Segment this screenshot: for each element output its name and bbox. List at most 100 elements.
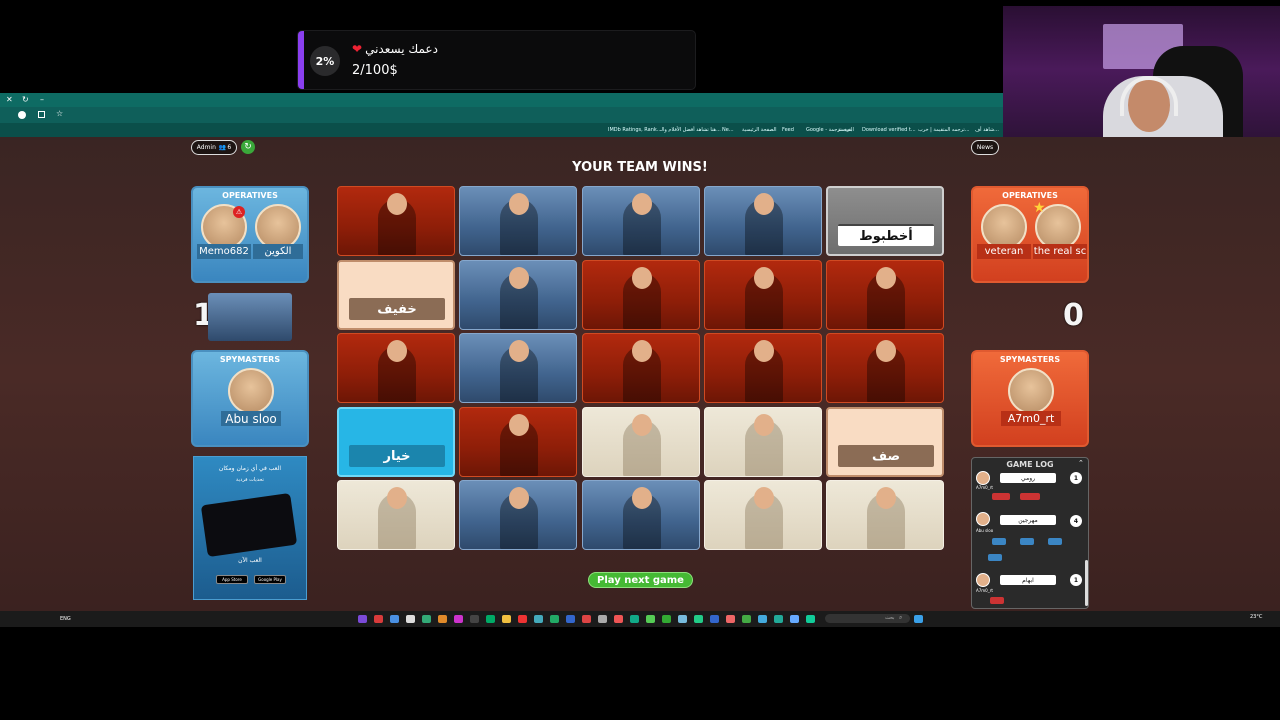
news-label: News: [976, 144, 994, 151]
log-clue-number: 1: [1070, 574, 1082, 586]
taskbar-app-icon[interactable]: [678, 615, 687, 623]
card-blue-word[interactable]: خيار: [337, 407, 455, 477]
language-indicator[interactable]: ENG: [60, 616, 71, 622]
weather-indicator[interactable]: 23°C: [1250, 614, 1262, 620]
card-blue[interactable]: [459, 186, 577, 256]
card-red[interactable]: [582, 333, 700, 403]
google-play-badge[interactable]: Google Play: [254, 575, 286, 584]
card-red[interactable]: [337, 186, 455, 256]
player-name: الكوين: [253, 244, 303, 259]
card-red[interactable]: [337, 333, 455, 403]
card-bystander[interactable]: [826, 480, 944, 550]
bookmark-item[interactable]: Feed: [782, 127, 794, 133]
card-blue[interactable]: [582, 480, 700, 550]
avatar: [976, 512, 990, 526]
card-blue[interactable]: [704, 186, 822, 256]
taskbar-app-icon[interactable]: [454, 615, 463, 623]
card-neutral-word[interactable]: صف: [826, 407, 944, 477]
taskbar-app-icon[interactable]: [502, 615, 511, 623]
card-red[interactable]: [826, 260, 944, 330]
card-blue[interactable]: [459, 333, 577, 403]
card-red[interactable]: [704, 260, 822, 330]
card-blue[interactable]: [459, 260, 577, 330]
card-word: أخطبوط: [838, 224, 934, 246]
agent-figure: [500, 340, 538, 402]
advertisement[interactable]: العب في أي زمان ومكان تحديات فردية العب …: [193, 456, 307, 600]
search-label: بحث: [885, 615, 895, 621]
bookmark-item[interactable]: هنا تشاهد أفضل الأفلام والـ...: [660, 127, 721, 133]
card-bystander[interactable]: [704, 407, 822, 477]
taskbar-app-icon[interactable]: [646, 615, 655, 623]
blue-operatives-label: OPERATIVES: [222, 191, 278, 200]
game-log-scrollbar[interactable]: [1085, 560, 1088, 606]
card-red[interactable]: [826, 333, 944, 403]
taskbar-app-icon[interactable]: [518, 615, 527, 623]
bookmark-item[interactable]: ترجمه المتقيمة | خرب...: [918, 127, 970, 133]
taskbar-app-icon[interactable]: [374, 615, 383, 623]
bookmark-item[interactable]: Ne...: [722, 127, 734, 133]
star-icon[interactable]: ☆: [56, 109, 63, 118]
star-icon: ★: [1033, 200, 1046, 216]
admin-button[interactable]: Admin 👥 6: [191, 140, 237, 155]
bookmark-item[interactable]: Download verified t...: [862, 127, 916, 133]
taskbar-search[interactable]: بحث ⌕: [825, 614, 910, 623]
minimize-icon[interactable]: –: [40, 95, 44, 104]
agent-figure: [745, 340, 783, 402]
taskbar-app-icon[interactable]: [758, 615, 767, 623]
news-button[interactable]: News: [971, 140, 999, 155]
taskbar-app-icon[interactable]: [630, 615, 639, 623]
app-store-badge[interactable]: App Store: [216, 575, 248, 584]
taskbar-app-icon[interactable]: [470, 615, 479, 623]
admin-label: Admin: [196, 144, 216, 151]
donation-goal-overlay: 2% ❤ دعمك يسعدني 2/100$: [297, 30, 696, 90]
card-red[interactable]: [459, 407, 577, 477]
taskbar-app-icon[interactable]: [726, 615, 735, 623]
taskbar-app-icon[interactable]: [742, 615, 751, 623]
card-bystander[interactable]: [582, 407, 700, 477]
bookmark-item[interactable]: الصفحة الرئيسية: [742, 127, 777, 133]
taskbar-app-icon[interactable]: [438, 615, 447, 623]
card-red[interactable]: [704, 333, 822, 403]
taskbar-app-icon[interactable]: [662, 615, 671, 623]
taskbar-app-icon[interactable]: [582, 615, 591, 623]
refresh-button[interactable]: ↻: [241, 140, 255, 154]
agent-figure: [745, 267, 783, 329]
card-word: خفيف: [349, 298, 445, 320]
taskbar-app-icon[interactable]: [774, 615, 783, 623]
browser-toolbar: ☆: [0, 107, 1003, 123]
card-blue[interactable]: [459, 480, 577, 550]
taskbar-app-icon[interactable]: [710, 615, 719, 623]
play-next-game-button[interactable]: Play next game: [588, 572, 693, 588]
taskbar-app-icon[interactable]: [790, 615, 799, 623]
taskbar-app-icon[interactable]: [614, 615, 623, 623]
taskbar-app-icon[interactable]: [566, 615, 575, 623]
taskbar-app-icon[interactable]: [806, 615, 815, 623]
profile-icon[interactable]: [18, 111, 26, 119]
bookmark-item[interactable]: شاهد أف...: [975, 127, 999, 133]
taskbar-app-icon[interactable]: [694, 615, 703, 623]
donation-message: ❤ دعمك يسعدني: [352, 42, 438, 56]
taskbar-app-icon[interactable]: [534, 615, 543, 623]
taskbar-app-icon[interactable]: [358, 615, 367, 623]
close-icon[interactable]: ✕: [6, 95, 13, 104]
taskbar-app-icon[interactable]: [422, 615, 431, 623]
taskbar-app-icon[interactable]: [550, 615, 559, 623]
taskbar-app-icon[interactable]: [598, 615, 607, 623]
collapse-icon[interactable]: ⌃: [1078, 459, 1084, 467]
taskbar-app-icon[interactable]: [406, 615, 415, 623]
taskbar-app-icon[interactable]: [390, 615, 399, 623]
card-bystander[interactable]: [704, 480, 822, 550]
card-assassin[interactable]: أخطبوط: [826, 186, 944, 256]
agent-figure: [623, 340, 661, 402]
refresh-icon[interactable]: ↻: [22, 95, 29, 104]
tab-icon[interactable]: [38, 111, 45, 118]
windows-start-icon[interactable]: [914, 615, 923, 623]
card-neutral-word[interactable]: خفيف: [337, 260, 455, 330]
card-bystander[interactable]: [337, 480, 455, 550]
bookmark-item[interactable]: الترجمة: [838, 127, 854, 133]
card-red[interactable]: [582, 260, 700, 330]
blue-team-card-art: [208, 293, 292, 341]
bookmark-item[interactable]: IMDb Ratings, Rank...: [608, 127, 662, 133]
card-blue[interactable]: [582, 186, 700, 256]
taskbar-app-icon[interactable]: [486, 615, 495, 623]
